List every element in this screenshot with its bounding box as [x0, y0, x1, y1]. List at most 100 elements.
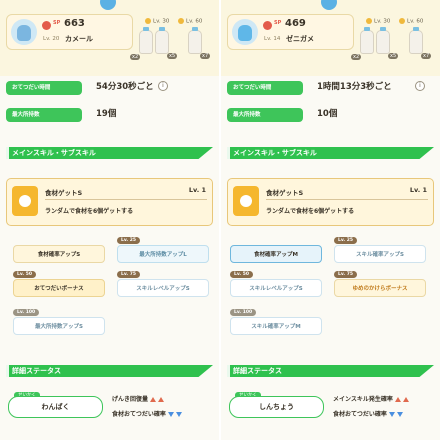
pokemon-name: ゼニガメ [286, 35, 314, 43]
sub-skill-3[interactable]: スキルレベルアップS [230, 279, 322, 297]
ingredient-level: Lv. 30 [145, 18, 169, 25]
sp-label: SP [53, 20, 61, 26]
pokemon-card[interactable]: SP 469 Lv. 14 ゼニガメ [227, 14, 354, 50]
max-carry-label: 最大所持数 [6, 108, 82, 122]
ingredient-skill-icon [233, 186, 259, 216]
info-icon[interactable]: i [158, 81, 168, 91]
sub-skill-2-level-badge: Lv. 25 [334, 237, 357, 244]
sub-skill-4[interactable]: スキルレベルアップS [117, 279, 209, 297]
arrow-down-icon [167, 412, 174, 417]
sp-value: 469 [285, 18, 306, 29]
pokemon-name: カメール [65, 35, 93, 43]
milk-bottle-icon [155, 27, 169, 54]
pokemon-portrait-icon [232, 19, 258, 45]
arrow-up-icon [402, 397, 409, 402]
sub-skill-2-level-badge: Lv. 25 [117, 237, 140, 244]
ingredient-slot-2[interactable]: Lv. 30 x5 [145, 18, 181, 64]
ingredient-qty: x5 [167, 53, 178, 59]
max-carry-value: 19個 [96, 109, 117, 119]
section-header-status: 詳細ステータス [227, 365, 434, 377]
sp-icon [42, 21, 51, 30]
main-skill-level: Lv. 1 [409, 186, 427, 194]
main-skill-card[interactable]: 食材ゲットS Lv. 1 ランダムで食材を6個ゲットする [6, 178, 213, 226]
milk-bottle-icon [188, 27, 202, 54]
arrow-up-icon [394, 397, 401, 402]
sub-skill-3-level-badge: Lv. 50 [230, 271, 253, 278]
section-header-status: 詳細ステータス [6, 365, 213, 377]
help-time-row: おてつだい時間 1時間13分3秒ごと i [227, 78, 434, 98]
pokemon-level: Lv. 14 [264, 36, 281, 42]
main-skill-desc: ランダムで食材を6個ゲットする [45, 208, 134, 215]
main-skill-name: 食材ゲットS [45, 189, 83, 197]
nature-effect-down: 食材おてつだい確率 [333, 409, 403, 418]
pokemon-card[interactable]: SP 663 Lv. 20 カメール [6, 14, 133, 50]
sub-skill-5[interactable]: スキル確率アップM [230, 317, 322, 335]
ingredient-slot-3[interactable]: Lv. 60 x7 [399, 18, 435, 64]
ingredient-slot-2[interactable]: Lv. 30 x5 [366, 18, 402, 64]
nature-effect-up: げんき回復量 [112, 394, 165, 403]
help-time-value: 1時間13分3秒ごと [317, 82, 392, 92]
pokemon-level: Lv. 20 [43, 36, 60, 42]
sub-skill-4-level-badge: Lv. 75 [117, 271, 140, 278]
ingredient-level: Lv. 60 [178, 18, 202, 25]
section-header-skills: メインスキル・サブスキル [227, 147, 434, 159]
divider [45, 199, 207, 200]
help-time-label: おてつだい時間 [6, 81, 82, 95]
sub-skill-3[interactable]: おてつだいボーナス [13, 279, 105, 297]
help-time-value: 54分30秒ごと [96, 82, 154, 92]
info-icon[interactable]: i [415, 81, 425, 91]
arrow-down-icon [396, 412, 403, 417]
max-carry-label: 最大所持数 [227, 108, 303, 122]
ingredient-qty: x7 [200, 53, 211, 59]
sp-label: SP [274, 20, 282, 26]
ingredient-qty: x5 [388, 53, 399, 59]
milk-bottle-icon [376, 27, 390, 54]
pokemon-panel-right: SP 469 Lv. 14 ゼニガメ x2 Lv. 30 x5 Lv. 60 x… [221, 0, 440, 440]
sub-skill-5-level-badge: Lv. 100 [13, 309, 40, 316]
milk-bottle-icon [409, 27, 423, 54]
arrow-down-icon [175, 412, 182, 417]
nature-effect-up: メインスキル発生確率 [333, 394, 409, 403]
arrow-up-icon [158, 397, 165, 402]
ingredient-level: Lv. 60 [399, 18, 423, 25]
pokemon-panel-left: SP 663 Lv. 20 カメール x2 Lv. 30 x5 Lv. 60 x… [0, 0, 219, 440]
sub-skill-1[interactable]: 食材確率アップS [13, 245, 105, 263]
sub-skill-1[interactable]: 食材確率アップM [230, 245, 322, 263]
ingredient-slot-3[interactable]: Lv. 60 x7 [178, 18, 214, 64]
help-time-label: おてつだい時間 [227, 81, 303, 95]
help-time-row: おてつだい時間 54分30秒ごと i [6, 78, 213, 98]
section-header-skills: メインスキル・サブスキル [6, 147, 213, 159]
nature-button[interactable]: わんぱく [8, 396, 103, 418]
ingredient-level: Lv. 30 [366, 18, 390, 25]
main-skill-name: 食材ゲットS [266, 189, 304, 197]
arrow-down-icon [388, 412, 395, 417]
lock-dot-icon [366, 18, 372, 24]
ingredient-skill-icon [12, 186, 38, 216]
ingredient-qty: x7 [421, 53, 432, 59]
sp-icon [263, 21, 272, 30]
main-skill-level: Lv. 1 [188, 186, 206, 194]
lock-dot-icon [178, 18, 184, 24]
lock-dot-icon [145, 18, 151, 24]
sp-value: 663 [64, 18, 85, 29]
max-carry-value: 10個 [317, 109, 338, 119]
sub-skill-4-level-badge: Lv. 75 [334, 271, 357, 278]
sub-skill-2[interactable]: スキル確率アップS [334, 245, 426, 263]
arrow-up-icon [150, 397, 157, 402]
sub-skill-5[interactable]: 最大所持数アップS [13, 317, 105, 335]
ingredient-qty: x2 [130, 54, 141, 60]
max-carry-row: 最大所持数 10個 [227, 105, 434, 125]
main-skill-desc: ランダムで食材を6個ゲットする [266, 208, 355, 215]
pokemon-portrait-icon [11, 19, 37, 45]
sub-skill-5-level-badge: Lv. 100 [230, 309, 257, 316]
lock-dot-icon [399, 18, 405, 24]
nature-button[interactable]: しんちょう [229, 396, 324, 418]
divider [266, 199, 428, 200]
nature-effect-down: 食材おてつだい確率 [112, 409, 182, 418]
max-carry-row: 最大所持数 19個 [6, 105, 213, 125]
sub-skill-3-level-badge: Lv. 50 [13, 271, 36, 278]
ingredient-qty: x2 [351, 54, 362, 60]
sub-skill-4[interactable]: ゆめのかけらボーナス [334, 279, 426, 297]
sub-skill-2[interactable]: 最大所持数アップL [117, 245, 209, 263]
main-skill-card[interactable]: 食材ゲットS Lv. 1 ランダムで食材を6個ゲットする [227, 178, 434, 226]
